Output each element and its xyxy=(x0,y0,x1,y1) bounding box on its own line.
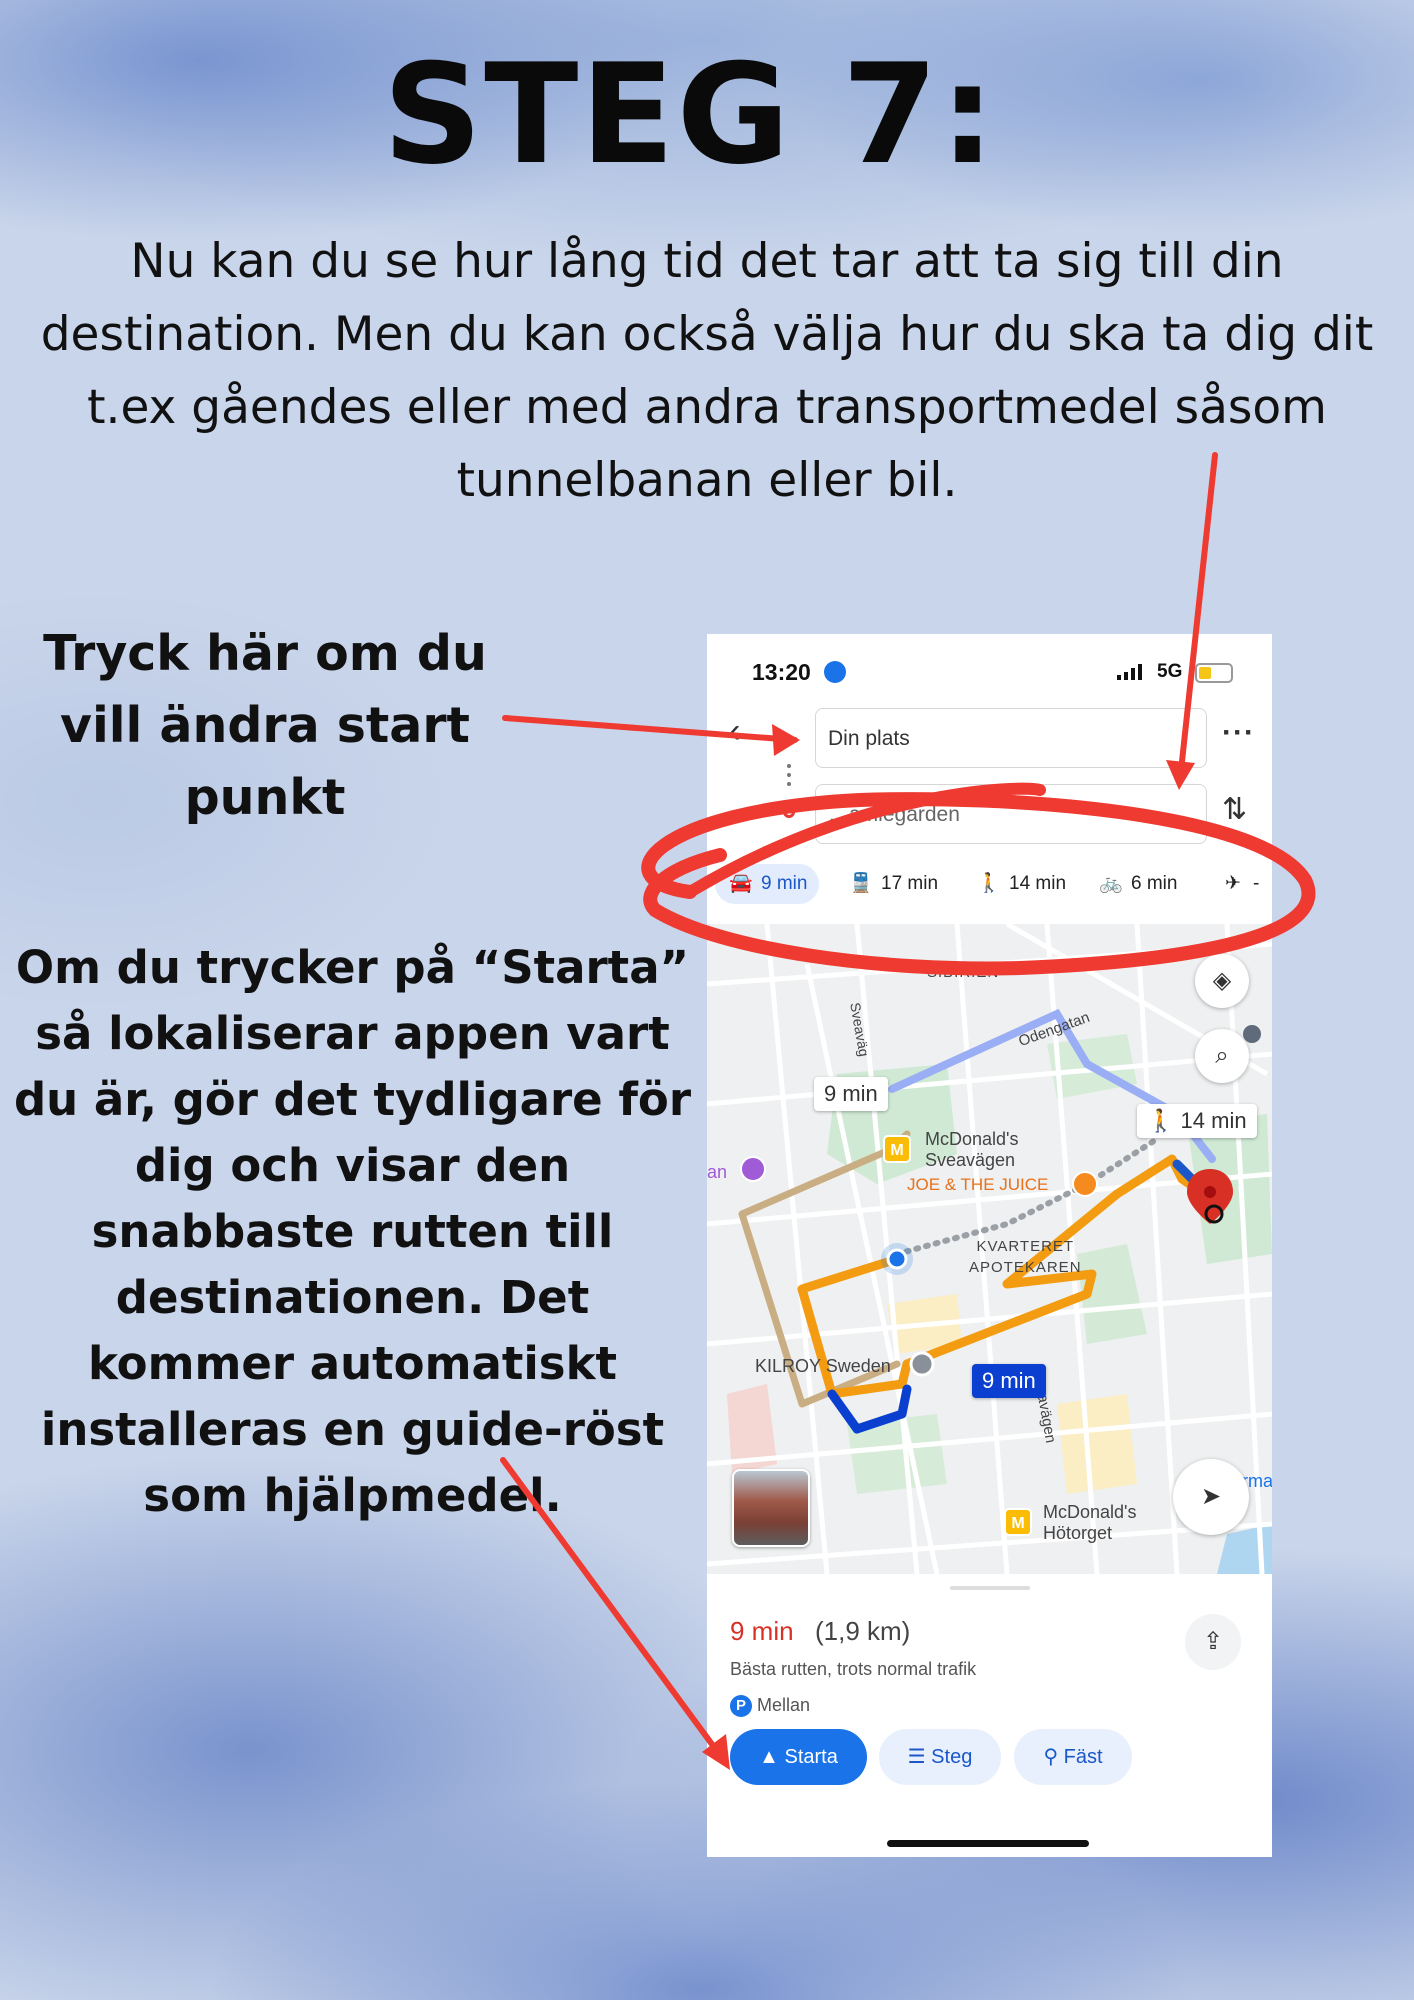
camera-poi-icon xyxy=(740,1156,766,1182)
commercial-area xyxy=(1057,1394,1137,1494)
restaurant-icon xyxy=(1072,1171,1098,1197)
mode-bike[interactable]: 🚲 6 min xyxy=(1097,864,1177,904)
start-point-annotation: Tryck här om du vill ändra start punkt xyxy=(43,625,487,826)
navigation-arrow-icon[interactable]: ➤ xyxy=(1173,1459,1249,1535)
start-button-label: Starta xyxy=(784,1746,838,1768)
map-view[interactable]: M M SIBIRIEN Sveaväg Odengatan McDonald'… xyxy=(707,924,1272,1574)
parking-info: P Mellan xyxy=(730,1695,811,1718)
navigation-icon: ▲ xyxy=(759,1746,785,1768)
intro-text: Nu kan du se hur lång tid det tar att ta… xyxy=(40,234,1374,508)
mode-car[interactable]: 🚘 9 min xyxy=(715,864,820,904)
search-icon[interactable]: ⌕ xyxy=(1195,1029,1249,1083)
mode-walk[interactable]: 🚶 14 min xyxy=(975,864,1066,904)
transit-icon: 🚆 xyxy=(849,873,873,894)
steps-button-label: Steg xyxy=(931,1746,973,1768)
layers-icon[interactable]: ◈ xyxy=(1195,954,1249,1008)
walk-icon: 🚶 xyxy=(1147,1108,1175,1133)
signal-icon xyxy=(1117,664,1142,680)
walk-time-label: 14 min xyxy=(1180,1108,1247,1133)
map-label-joe: JOE & THE JUICE xyxy=(907,1175,1049,1194)
mode-car-label: 9 min xyxy=(761,873,808,894)
parking-label: Mellan xyxy=(757,1695,811,1715)
mode-walk-label: 14 min xyxy=(1009,873,1067,894)
status-time: 13:20 xyxy=(752,659,811,685)
steps-button[interactable]: ☰ Steg xyxy=(879,1729,1001,1785)
starta-annotation: Om du trycker på “Starta” så lokaliserar… xyxy=(13,941,692,1522)
start-button[interactable]: ▲ Starta xyxy=(730,1729,867,1785)
mode-flight[interactable]: ✈ - xyxy=(1219,864,1259,904)
metro-icon xyxy=(1243,1025,1261,1043)
pin-button[interactable]: ⚲ Fäst xyxy=(1014,1729,1132,1785)
walk-icon: 🚶 xyxy=(977,873,1001,894)
mode-flight-label: - xyxy=(1253,873,1260,894)
route-dots xyxy=(787,764,791,791)
walk-time-callout[interactable]: 🚶 14 min xyxy=(1137,1104,1257,1138)
map-label-kvarteret: KVARTERET APOTEKAREN xyxy=(969,1238,1082,1276)
waypoint-marker xyxy=(909,1351,935,1377)
status-bar: 13:20 5G xyxy=(707,634,1272,694)
parking-icon: P xyxy=(730,1695,752,1718)
destination-field[interactable]: …amlegården xyxy=(815,784,1207,844)
location-arrow-icon xyxy=(824,661,846,683)
route-time-callout-main[interactable]: 9 min xyxy=(972,1364,1046,1398)
swap-icon[interactable]: ⇅ xyxy=(1222,792,1247,827)
route-distance: (1,9 km) xyxy=(815,1616,911,1646)
map-label-sibirien: SIBIRIEN xyxy=(927,964,1000,981)
mode-bike-label: 6 min xyxy=(1131,873,1178,894)
phone-screenshot: 13:20 5G ‹ Din plats …amlegården ··· ⇅ 🚘… xyxy=(707,634,1272,1857)
home-indicator xyxy=(887,1840,1089,1847)
car-icon: 🚘 xyxy=(729,873,753,894)
pin-icon: ⚲ xyxy=(1043,1746,1064,1768)
flight-icon: ✈ xyxy=(1225,873,1241,894)
map-label-mcdonalds-sveavagen: McDonald's Sveavägen xyxy=(925,1129,1019,1170)
route-description: Bästa rutten, trots normal trafik xyxy=(730,1659,977,1679)
map-label-mcdonalds-hotorget: McDonald's Hötorget xyxy=(1043,1502,1137,1543)
route-sheet: 9 min (1,9 km) Bästa rutten, trots norma… xyxy=(707,1574,1272,1857)
list-icon: ☰ xyxy=(907,1746,932,1768)
map-label-kilroy: KILROY Sweden xyxy=(755,1356,891,1376)
mode-transit-label: 17 min xyxy=(881,873,939,894)
svg-text:M: M xyxy=(890,1142,903,1159)
back-arrow-icon[interactable]: ‹ xyxy=(729,712,740,751)
origin-field[interactable]: Din plats xyxy=(815,708,1207,768)
map-label-edge-left: an xyxy=(707,1162,728,1182)
battery-icon xyxy=(1195,663,1233,683)
street-view-thumbnail[interactable] xyxy=(732,1469,810,1547)
current-location-dot xyxy=(886,1248,908,1270)
more-options-icon[interactable]: ··· xyxy=(1222,716,1255,750)
pin-button-label: Fäst xyxy=(1063,1746,1103,1768)
destination-marker-icon xyxy=(783,806,795,818)
route-duration: 9 min xyxy=(730,1616,794,1646)
svg-text:M: M xyxy=(1011,1515,1024,1532)
sheet-handle[interactable] xyxy=(950,1586,1030,1590)
page-title: STEG 7: xyxy=(382,34,998,195)
route-time-callout-alt[interactable]: 9 min xyxy=(814,1077,888,1111)
travel-mode-tabs: 🚘 9 min 🚆 17 min 🚶 14 min 🚲 6 min ✈ - xyxy=(707,864,1272,916)
bike-icon: 🚲 xyxy=(1099,873,1123,894)
network-label: 5G xyxy=(1157,661,1183,682)
mode-transit[interactable]: 🚆 17 min xyxy=(847,864,938,904)
share-icon[interactable]: ⇪ xyxy=(1185,1614,1241,1670)
